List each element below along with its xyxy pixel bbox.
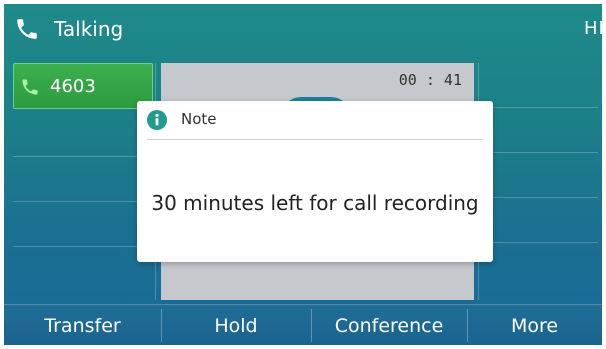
line-key-empty[interactable] [480, 243, 598, 288]
line-key-4603[interactable]: 4603 [13, 63, 153, 109]
call-status-title: Talking [54, 17, 124, 41]
dialog-message: 30 minutes left for call recording [151, 191, 479, 215]
note-dialog: Note 30 minutes left for call recording [137, 101, 493, 262]
line-key-empty[interactable] [13, 247, 153, 292]
hd-indicator: HD [584, 18, 602, 39]
transfer-softkey[interactable]: Transfer [4, 305, 161, 345]
hold-softkey[interactable]: Hold [161, 305, 311, 345]
line-key-empty[interactable] [480, 63, 598, 108]
line-key-empty[interactable] [13, 157, 153, 202]
call-duration-timer: 00 : 41 [398, 71, 462, 89]
line-key-empty[interactable] [13, 202, 153, 247]
info-icon [147, 110, 167, 130]
dialog-header: Note [147, 101, 483, 140]
status-bar: Talking HD [4, 4, 602, 60]
active-call-icon [20, 77, 40, 97]
conference-softkey[interactable]: Conference [311, 305, 467, 345]
left-line-keys [13, 112, 153, 292]
phone-handset-icon [14, 16, 40, 42]
line-key-empty[interactable] [480, 153, 598, 198]
line-key-label: 4603 [50, 76, 96, 97]
softkey-bar: Transfer Hold Conference More [4, 304, 602, 345]
dialog-title: Note [181, 110, 217, 128]
line-key-empty[interactable] [480, 108, 598, 153]
more-softkey[interactable]: More [467, 305, 602, 345]
line-key-empty[interactable] [13, 112, 153, 157]
right-line-keys [480, 63, 598, 288]
line-key-empty[interactable] [480, 198, 598, 243]
phone-screen: Talking HD 4603 00 : 41 [4, 4, 602, 345]
